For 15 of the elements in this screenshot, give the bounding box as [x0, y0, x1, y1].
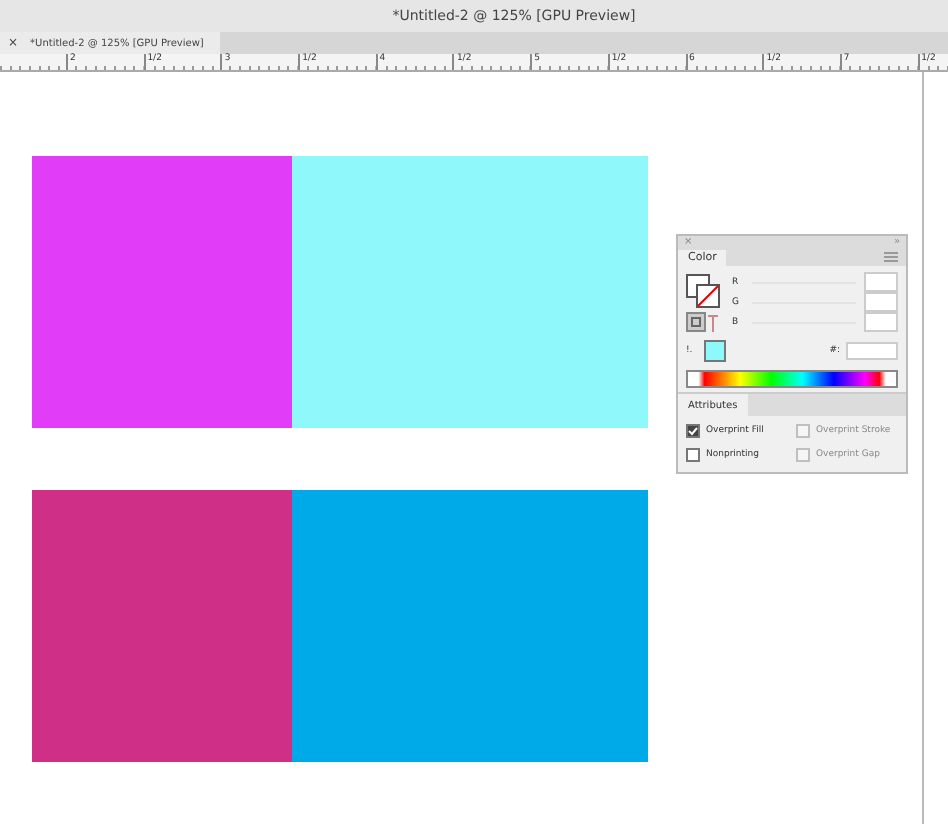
fill-stroke-icon[interactable]	[686, 274, 720, 308]
checkbox[interactable]	[686, 448, 700, 462]
format-icons[interactable]	[686, 312, 720, 334]
color-swatch[interactable]	[704, 340, 726, 362]
menu-icon[interactable]	[884, 252, 898, 262]
rectangle[interactable]	[292, 490, 648, 762]
value-field[interactable]	[864, 272, 898, 292]
value-field[interactable]	[864, 292, 898, 312]
rectangle[interactable]	[32, 490, 292, 762]
checkbox[interactable]	[686, 424, 700, 438]
color-spectrum[interactable]	[686, 370, 898, 388]
rectangle[interactable]	[292, 156, 648, 428]
hex-field[interactable]	[846, 342, 898, 360]
value-field[interactable]	[864, 312, 898, 332]
rectangle[interactable]	[32, 156, 292, 428]
